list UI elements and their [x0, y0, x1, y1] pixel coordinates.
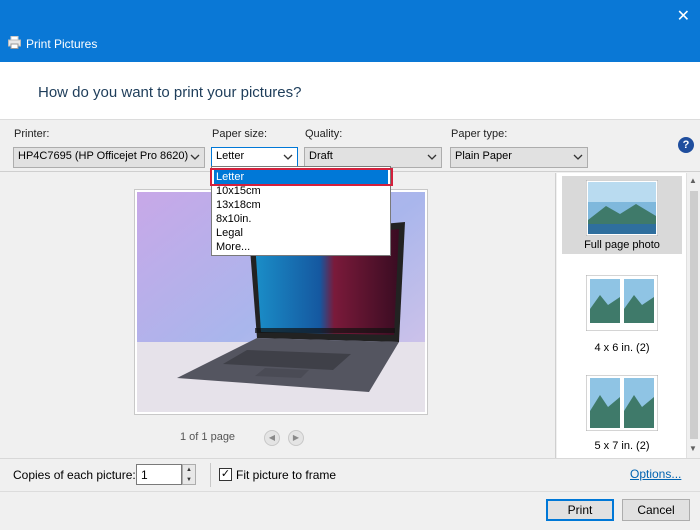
- dialog-question: How do you want to print your pictures?: [38, 84, 302, 101]
- page-counter: 1 of 1 page: [180, 431, 236, 443]
- title-bar: ✕ Print Pictures: [0, 0, 700, 62]
- window-title: Print Pictures: [26, 37, 98, 51]
- dialog-header: How do you want to print your pictures?: [0, 62, 700, 120]
- print-button[interactable]: Print: [546, 499, 614, 521]
- layout-4x6[interactable]: 4 x 6 in. (2): [562, 274, 682, 355]
- paper-type-label: Paper type:: [451, 128, 508, 140]
- chevron-down-icon: [190, 154, 200, 160]
- next-page-button[interactable]: ▶: [288, 430, 304, 446]
- paper-type-value: Plain Paper: [455, 150, 512, 162]
- scroll-up-icon[interactable]: ▲: [689, 176, 697, 185]
- highlight-annotation: [210, 168, 393, 186]
- chevron-down-icon: [427, 154, 437, 160]
- close-icon[interactable]: ✕: [677, 6, 690, 26]
- divider: [0, 491, 700, 492]
- layout-scrollbar[interactable]: ▲ ▼: [686, 173, 700, 458]
- paper-type-select[interactable]: Plain Paper: [450, 147, 588, 168]
- print-settings-bar: Printer: HP4C7695 (HP Officejet Pro 8620…: [0, 120, 700, 172]
- paper-size-label: Paper size:: [212, 128, 268, 140]
- paper-size-option[interactable]: More...: [214, 240, 388, 254]
- dialog-footer: Copies of each picture: ▲ ▼ ✓ Fit pictur…: [0, 458, 700, 530]
- printer-value: HP4C7695 (HP Officejet Pro 8620): [18, 150, 189, 162]
- copies-label: Copies of each picture:: [13, 468, 136, 482]
- 4x6-layout-thumbnail: [585, 274, 659, 332]
- cancel-button[interactable]: Cancel: [622, 499, 690, 521]
- paper-size-option[interactable]: 13x18cm: [214, 198, 388, 212]
- previous-page-button[interactable]: ◀: [264, 430, 280, 446]
- 5x7-layout-thumbnail: [585, 374, 659, 432]
- quality-label: Quality:: [305, 128, 343, 140]
- paper-size-value: Letter: [216, 150, 245, 162]
- options-link[interactable]: Options...: [630, 467, 681, 481]
- printer-select[interactable]: HP4C7695 (HP Officejet Pro 8620): [13, 147, 205, 168]
- paper-size-option[interactable]: 10x15cm: [214, 184, 388, 198]
- scrollbar-thumb[interactable]: [690, 191, 698, 439]
- fit-picture-label: Fit picture to frame: [236, 468, 337, 482]
- quality-select[interactable]: Draft: [304, 147, 442, 168]
- layout-label: 4 x 6 in. (2): [594, 342, 650, 354]
- decrement-icon[interactable]: ▼: [183, 475, 195, 485]
- paper-size-dropdown: Letter 10x15cm 13x18cm 8x10in. Legal Mor…: [210, 166, 393, 256]
- fit-picture-checkbox[interactable]: ✓: [219, 468, 232, 481]
- chevron-down-icon: [283, 154, 293, 160]
- printer-label: Printer:: [14, 128, 50, 140]
- quality-value: Draft: [309, 150, 333, 162]
- layout-label: Full page photo: [584, 239, 660, 251]
- layout-5x7[interactable]: 5 x 7 in. (2): [562, 374, 682, 455]
- paper-size-option[interactable]: 8x10in.: [214, 212, 388, 226]
- help-icon[interactable]: ?: [678, 137, 694, 153]
- copies-stepper[interactable]: ▲ ▼: [182, 464, 196, 485]
- scroll-down-icon[interactable]: ▼: [689, 444, 697, 453]
- chevron-down-icon: [573, 154, 583, 160]
- printer-icon: [8, 36, 21, 49]
- layout-label: 5 x 7 in. (2): [594, 440, 650, 452]
- increment-icon[interactable]: ▲: [183, 465, 195, 475]
- paper-size-option[interactable]: Legal: [214, 226, 388, 240]
- layout-full-page-photo[interactable]: Full page photo: [562, 176, 682, 254]
- layout-list: Full page photo 4 x 6 in. (2) 5 x 7 in. …: [557, 173, 700, 458]
- copies-input[interactable]: [136, 464, 182, 485]
- paper-size-select[interactable]: Letter: [211, 147, 298, 168]
- divider: [210, 463, 211, 487]
- full-page-photo-thumbnail: [585, 179, 659, 237]
